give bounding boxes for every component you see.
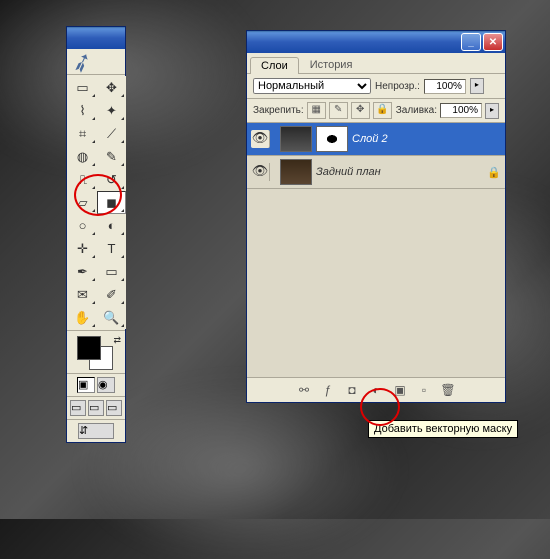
visibility-icon[interactable]: 👁 [251, 163, 270, 181]
panel-tabs: Слои История [247, 53, 505, 74]
toolbox-titlebar[interactable] [67, 27, 125, 49]
close-button[interactable]: ✕ [483, 33, 503, 51]
fx-button[interactable]: ƒ [319, 382, 337, 398]
imageready-row: ⇵ [67, 419, 125, 442]
tool-slice[interactable]: ⟋ [97, 122, 126, 145]
quickmask-mode-button[interactable]: ◉ [97, 377, 115, 393]
tool-lasso[interactable]: ⌇ [68, 99, 97, 122]
tool-history[interactable]: ↺ [97, 168, 126, 191]
tool-brush[interactable]: ✎ [97, 145, 126, 168]
lock-label: Закрепить: [253, 105, 304, 116]
visibility-icon[interactable]: 👁 [251, 130, 270, 148]
screen-mode-3[interactable]: ▭ [106, 400, 122, 416]
foreground-swatch[interactable] [77, 336, 101, 360]
layer-row[interactable]: 👁 Слой 2 [247, 123, 505, 156]
opacity-value[interactable]: 100% [424, 79, 466, 94]
opacity-arrow-icon[interactable]: ▸ [470, 78, 484, 94]
lock-icon: 🔒 [487, 166, 501, 179]
add-mask-button[interactable]: ◘ [343, 382, 361, 398]
layer-name: Задний план [316, 166, 381, 178]
screen-mode-2[interactable]: ▭ [88, 400, 104, 416]
fill-arrow-icon[interactable]: ▸ [485, 103, 499, 119]
opacity-label: Непрозр.: [375, 81, 420, 92]
lock-move-button[interactable]: ✥ [351, 102, 370, 119]
blend-mode-select[interactable]: Нормальный [253, 78, 371, 94]
tool-dodge[interactable]: ◐ [97, 214, 126, 237]
link-button[interactable]: ⚯ [295, 382, 313, 398]
layer-row[interactable]: 👁 Задний план 🔒 [247, 156, 505, 189]
toolbox-window: ➶ ▭✥⌇✦⌗⟋◍✎⎍↺▱◼○◐✛T✒▭✉✐✋🔍 ⇄ ▣ ◉ ▭ ▭ ▭ ⇵ [66, 26, 126, 443]
tool-type[interactable]: T [97, 237, 126, 260]
tool-path[interactable]: ✛ [68, 237, 97, 260]
tab-history[interactable]: История [299, 56, 364, 73]
tool-move[interactable]: ✥ [97, 76, 126, 99]
tool-gradient[interactable]: ◼ [97, 191, 126, 214]
tool-grid: ▭✥⌇✦⌗⟋◍✎⎍↺▱◼○◐✛T✒▭✉✐✋🔍 [67, 75, 125, 330]
tool-hand[interactable]: ✋ [68, 306, 97, 329]
tooltip: Добавить векторную маску [368, 420, 518, 438]
jump-to-imageready-button[interactable]: ⇵ [78, 423, 114, 439]
tab-layers[interactable]: Слои [250, 57, 299, 74]
swap-colors-icon[interactable]: ⇄ [113, 335, 121, 346]
minimize-button[interactable]: _ [461, 33, 481, 51]
fill-label: Заливка: [396, 105, 437, 116]
screen-mode-1[interactable]: ▭ [70, 400, 86, 416]
group-button[interactable]: ▣ [391, 382, 409, 398]
tool-blur[interactable]: ○ [68, 214, 97, 237]
tool-crop[interactable]: ⌗ [68, 122, 97, 145]
lock-row: Закрепить: ▦ ✎ ✥ 🔒 Заливка: 100% ▸ [247, 98, 505, 122]
layer-list: 👁 Слой 2 👁 Задний план 🔒 [247, 122, 505, 377]
mask-thumbnail[interactable] [316, 126, 348, 152]
tool-heal[interactable]: ◍ [68, 145, 97, 168]
screen-mode-row: ▭ ▭ ▭ [67, 396, 125, 419]
lock-transparent-button[interactable]: ▦ [307, 102, 326, 119]
tool-stamp[interactable]: ⎍ [68, 168, 97, 191]
edit-mode-row: ▣ ◉ [67, 373, 125, 396]
tool-shape[interactable]: ▭ [97, 260, 126, 283]
layers-bottom-bar: ⚯ ƒ ◘ ◐ ▣ ▫ 🗑 [247, 377, 505, 402]
toolbox-header: ➶ [67, 49, 125, 75]
blend-row: Нормальный Непрозр.: 100% ▸ [247, 74, 505, 98]
layers-titlebar[interactable]: _ ✕ [247, 31, 505, 53]
tool-eraser[interactable]: ▱ [68, 191, 97, 214]
layer-name: Слой 2 [352, 133, 388, 145]
tool-notes[interactable]: ✉ [68, 283, 97, 306]
new-layer-button[interactable]: ▫ [415, 382, 433, 398]
delete-button[interactable]: 🗑 [439, 382, 457, 398]
tool-zoom[interactable]: 🔍 [97, 306, 126, 329]
layer-thumbnail[interactable] [280, 126, 312, 152]
tool-wand[interactable]: ✦ [97, 99, 126, 122]
layer-thumbnail[interactable] [280, 159, 312, 185]
adjustment-button[interactable]: ◐ [367, 382, 385, 398]
tool-eyedrop[interactable]: ✐ [97, 283, 126, 306]
standard-mode-button[interactable]: ▣ [77, 377, 95, 393]
tool-pen[interactable]: ✒ [68, 260, 97, 283]
fill-value[interactable]: 100% [440, 103, 482, 118]
lock-all-button[interactable]: 🔒 [373, 102, 392, 119]
tool-marquee[interactable]: ▭ [68, 76, 97, 99]
layers-window: _ ✕ Слои История Нормальный Непрозр.: 10… [246, 30, 506, 403]
lock-paint-button[interactable]: ✎ [329, 102, 348, 119]
app-logo-icon: ➶ [67, 49, 97, 75]
color-swatches: ⇄ [67, 330, 125, 373]
